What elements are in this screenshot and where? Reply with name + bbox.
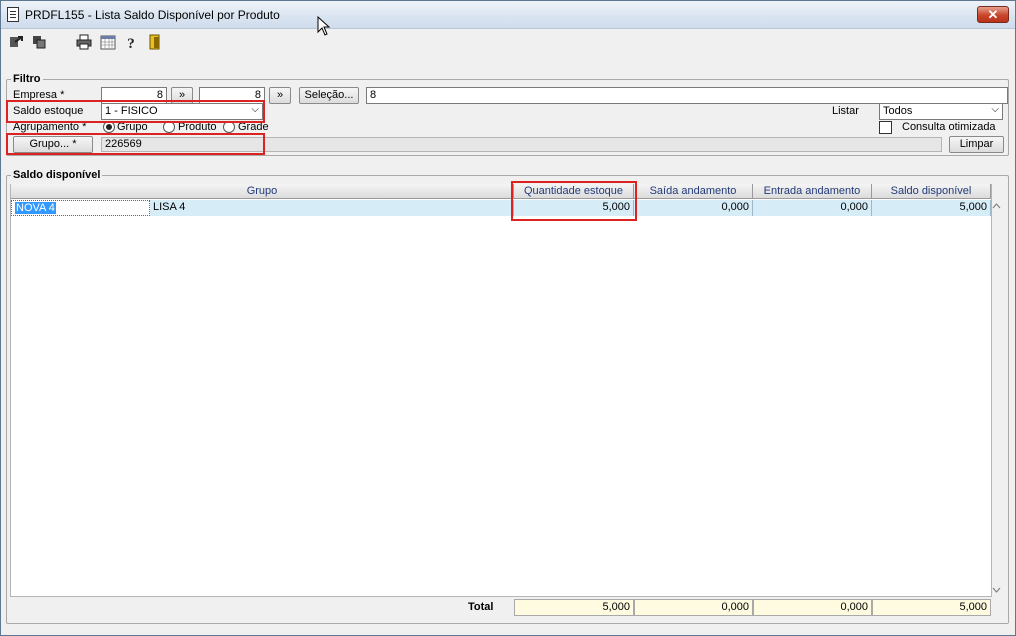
door-icon[interactable]	[147, 34, 163, 50]
row-saida-cell[interactable]: 0,000	[634, 200, 753, 216]
svg-text:?: ?	[127, 36, 135, 50]
filtro-legend: Filtro	[13, 73, 41, 85]
copy-icon[interactable]	[31, 34, 47, 50]
column-header-saida[interactable]: Saída andamento	[634, 184, 753, 199]
document-icon	[7, 7, 19, 22]
highlight-quantidade	[511, 181, 637, 221]
toolbar: ?	[1, 30, 1015, 54]
limpar-button[interactable]: Limpar	[949, 136, 1004, 153]
selecao-input[interactable]: 8	[366, 87, 1008, 104]
row-saldo-cell[interactable]: 5,000	[872, 200, 991, 216]
title-bar: PRDFL155 - Lista Saldo Disponível por Pr…	[1, 1, 1015, 29]
row-entrada-cell[interactable]: 0,000	[753, 200, 872, 216]
listar-label: Listar	[832, 105, 859, 117]
highlight-saldo-estoque	[6, 100, 265, 123]
total-saldo: 5,000	[872, 599, 991, 616]
exit-icon[interactable]	[8, 34, 24, 50]
total-quantidade: 5,000	[514, 599, 634, 616]
total-saida: 0,000	[634, 599, 753, 616]
print-icon[interactable]	[76, 34, 92, 50]
main-window: PRDFL155 - Lista Saldo Disponível por Pr…	[0, 0, 1016, 636]
consulta-otimizada-label: Consulta otimizada	[902, 121, 996, 133]
saldo-legend: Saldo disponível	[13, 169, 101, 181]
empresa-to-arrow-button[interactable]: »	[269, 87, 291, 104]
listar-value: Todos	[883, 105, 913, 117]
total-label: Total	[468, 601, 494, 613]
highlight-grupo	[6, 133, 265, 155]
row-code-value: NOVA 4	[15, 202, 56, 214]
consulta-otimizada-checkbox[interactable]	[879, 121, 892, 134]
column-header-entrada[interactable]: Entrada andamento	[753, 184, 872, 199]
help-icon[interactable]: ?	[123, 34, 139, 50]
saldo-grid[interactable]	[10, 184, 992, 597]
chevron-down-icon[interactable]	[992, 586, 1001, 594]
chevron-up-icon[interactable]	[992, 202, 1001, 210]
vertical-scrollbar[interactable]	[992, 200, 1001, 597]
row-name-cell[interactable]: LISA 4	[150, 200, 514, 216]
listar-select[interactable]: Todos ⌵	[879, 103, 1003, 120]
row-code-cell[interactable]: NOVA 4	[11, 200, 150, 216]
column-header-grupo[interactable]: Grupo	[11, 184, 514, 199]
total-entrada: 0,000	[753, 599, 872, 616]
window-title: PRDFL155 - Lista Saldo Disponível por Pr…	[25, 8, 280, 22]
close-button[interactable]: ✕	[977, 6, 1009, 23]
column-header-saldo[interactable]: Saldo disponível	[872, 184, 991, 199]
calendar-icon[interactable]	[100, 34, 116, 50]
selecao-button[interactable]: Seleção...	[299, 87, 359, 104]
chevron-down-icon: ⌵	[991, 104, 999, 115]
